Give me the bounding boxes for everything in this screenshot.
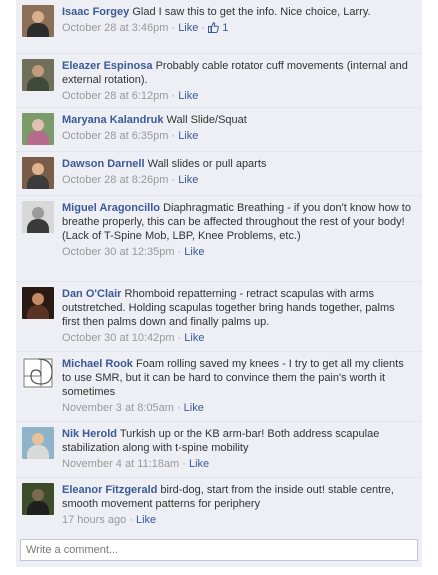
comment-text: Glad I saw this to get the info. Nice ch… — [132, 6, 371, 18]
spiral-logo-icon — [23, 358, 53, 388]
comment-item: Eleazer Espinosa Probably cable rotator … — [16, 54, 422, 108]
avatar[interactable] — [22, 483, 54, 515]
comment-author[interactable]: Nik Herold — [62, 428, 117, 440]
comment-meta: October 28 at 3:46pm · Like · 1 — [62, 22, 229, 34]
comment-meta: 17 hours ago · Like — [62, 514, 157, 526]
like-link[interactable]: Like — [184, 402, 204, 414]
avatar[interactable] — [22, 357, 54, 389]
like-link[interactable]: Like — [136, 514, 156, 526]
like-link[interactable]: Like — [178, 22, 198, 34]
comment-item: Dawson Darnell Wall slides or pull apart… — [16, 152, 422, 196]
comment-meta: October 30 at 10:42pm · Like — [62, 332, 205, 344]
comment-item: Michael Rook Foam rolling saved my knees… — [16, 352, 422, 422]
comment-timestamp[interactable]: October 30 at 10:42pm — [62, 332, 175, 344]
comment-author[interactable]: Maryana Kalandruk — [62, 114, 163, 126]
comment-timestamp[interactable]: October 28 at 3:46pm — [62, 22, 168, 34]
avatar[interactable] — [22, 427, 54, 459]
avatar[interactable] — [22, 59, 54, 91]
comment-text: Wall Slide/Squat — [166, 114, 247, 126]
comment-meta: October 30 at 12:35pm · Like — [62, 246, 205, 258]
like-link[interactable]: Like — [178, 90, 198, 102]
avatar[interactable] — [22, 157, 54, 189]
comment-meta: October 28 at 8:26pm · Like — [62, 174, 199, 186]
comment-item: Dan O'Clair Rhomboid repatterning - retr… — [16, 282, 422, 352]
comment-timestamp[interactable]: November 4 at 11:18am — [62, 458, 179, 470]
comment-author[interactable]: Dan O'Clair — [62, 288, 121, 300]
comment-text: Wall slides or pull aparts — [147, 158, 267, 170]
comment-meta: November 4 at 11:18am · Like — [62, 458, 210, 470]
comment-author[interactable]: Miguel Aragoncillo — [62, 202, 160, 214]
like-count-value: 1 — [222, 22, 229, 34]
like-link[interactable]: Like — [184, 332, 204, 344]
like-count[interactable]: 1 — [208, 22, 228, 34]
comment-author[interactable]: Michael Rook — [62, 358, 133, 370]
comments-section: Isaac Forgey Glad I saw this to get the … — [16, 0, 422, 575]
like-link[interactable]: Like — [184, 246, 204, 258]
comment-timestamp[interactable]: 17 hours ago — [62, 514, 126, 526]
comment-author[interactable]: Eleazer Espinosa — [62, 60, 153, 72]
comments-panel: Isaac Forgey Glad I saw this to get the … — [16, 0, 422, 567]
comment-meta: November 3 at 8:05am · Like — [62, 402, 204, 414]
like-link[interactable]: Like — [189, 458, 209, 470]
comment-item: Isaac Forgey Glad I saw this to get the … — [16, 0, 422, 54]
comment-item: Nik Herold Turkish up or the KB arm-bar!… — [16, 422, 422, 478]
comment-timestamp[interactable]: October 30 at 12:35pm — [62, 246, 175, 258]
avatar[interactable] — [22, 201, 54, 233]
comment-item: Miguel Aragoncillo Diaphragmatic Breathi… — [16, 196, 422, 282]
comment-author[interactable]: Isaac Forgey — [62, 6, 129, 18]
comment-timestamp[interactable]: November 3 at 8:05am — [62, 402, 174, 414]
like-link[interactable]: Like — [178, 130, 198, 142]
like-link[interactable]: Like — [178, 174, 198, 186]
comment-item: Eleanor Fitzgerald bird-dog, start from … — [16, 478, 422, 534]
avatar[interactable] — [22, 113, 54, 145]
comment-item: Maryana Kalandruk Wall Slide/Squat Octob… — [16, 108, 422, 152]
thumbs-up-icon — [208, 22, 220, 33]
comment-meta: October 28 at 6:35pm · Like — [62, 130, 199, 142]
avatar[interactable] — [22, 5, 54, 37]
comment-timestamp[interactable]: October 28 at 6:12pm — [62, 90, 168, 102]
comment-author[interactable]: Dawson Darnell — [62, 158, 145, 170]
comment-meta: October 28 at 6:12pm · Like — [62, 90, 199, 102]
avatar[interactable] — [22, 287, 54, 319]
comment-author[interactable]: Eleanor Fitzgerald — [62, 484, 157, 496]
comment-timestamp[interactable]: October 28 at 6:35pm — [62, 130, 168, 142]
comment-timestamp[interactable]: October 28 at 8:26pm — [62, 174, 168, 186]
write-comment-input[interactable] — [20, 539, 418, 561]
